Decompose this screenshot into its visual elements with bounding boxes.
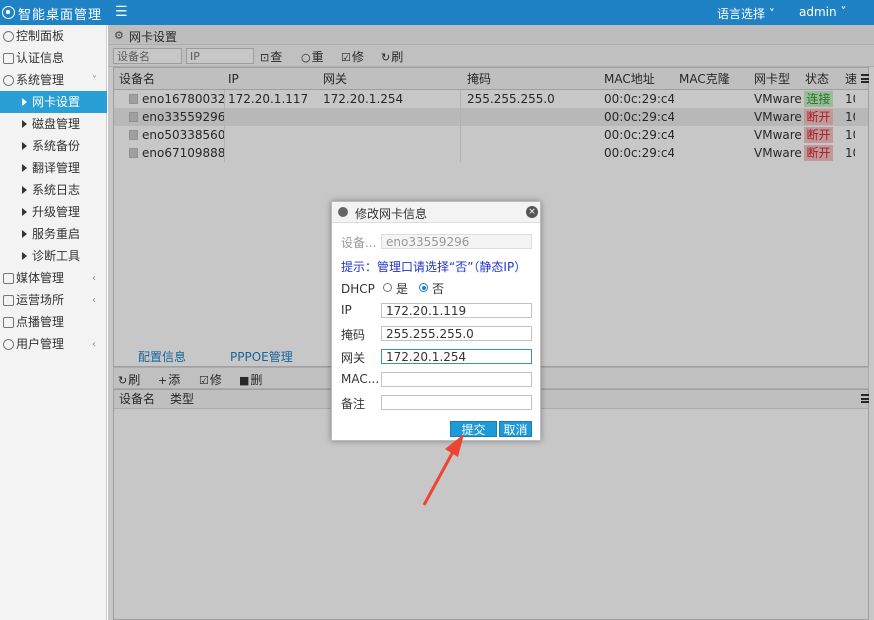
ip-field[interactable] (381, 303, 532, 318)
building-icon (3, 295, 14, 306)
caret-right-icon (22, 186, 27, 194)
gateway-field[interactable] (381, 349, 532, 364)
menu-toggle-icon[interactable]: ☰ (115, 5, 128, 19)
sidebar: 控制面板 认证信息 系统管理 ˅ 网卡设置 磁盘管理 系统备份 翻译管理 系统日… (0, 25, 107, 620)
sidebar-sub-nic-settings[interactable]: 网卡设置 (0, 91, 107, 113)
top-bar: 智能桌面管理 ☰ 语言选择 ˅ admin ˅ (0, 0, 874, 25)
close-icon[interactable]: × (526, 206, 538, 218)
user-menu[interactable]: admin ˅ (799, 5, 846, 19)
mask-label: 掩码 (341, 328, 366, 342)
sidebar-sub-restart[interactable]: 服务重启 (0, 223, 107, 245)
users-icon (3, 339, 14, 350)
submit-button[interactable]: 提交 (450, 421, 497, 437)
ip-label: IP (341, 303, 352, 317)
sidebar-sub-translate[interactable]: 翻译管理 (0, 157, 107, 179)
caret-right-icon (22, 98, 27, 106)
chevron-down-icon: ˅ (768, 7, 775, 21)
monitor-icon (3, 273, 14, 284)
language-select[interactable]: 语言选择 ˅ (717, 5, 775, 22)
caret-right-icon (22, 142, 27, 150)
dhcp-no-radio[interactable] (419, 283, 428, 292)
dashboard-icon (3, 31, 14, 42)
play-icon (3, 317, 14, 328)
dhcp-label: DHCP (341, 282, 375, 296)
sidebar-sub-diagnose[interactable]: 诊断工具 (0, 245, 107, 267)
caret-right-icon (22, 208, 27, 216)
sidebar-item-venue[interactable]: 运营场所 ‹ (0, 290, 107, 311)
sidebar-item-media[interactable]: 媒体管理 ‹ (0, 268, 107, 289)
id-card-icon (3, 53, 14, 64)
chevron-down-icon: ˅ (92, 75, 97, 86)
dialog-title: 修改网卡信息 (355, 207, 428, 221)
sidebar-item-dashboard[interactable]: 控制面板 (0, 26, 107, 47)
note-field[interactable] (381, 395, 532, 410)
edit-nic-dialog: 修改网卡信息 × 设备... 提示：管理口请选择“否”（静态IP） DHCP 是… (331, 201, 541, 441)
device-label: 设备... (341, 236, 377, 250)
sidebar-item-system[interactable]: 系统管理 ˅ (0, 70, 107, 91)
chevron-left-icon: ‹ (92, 295, 96, 306)
caret-right-icon (22, 120, 27, 128)
mac-field[interactable] (381, 372, 532, 387)
sidebar-item-users[interactable]: 用户管理 ‹ (0, 334, 107, 355)
device-field (381, 234, 532, 249)
cancel-button[interactable]: 取消 (499, 421, 532, 437)
mac-label: MAC... (341, 372, 380, 386)
user-icon (338, 207, 348, 217)
hint-text: 提示：管理口请选择“否”（静态IP） (341, 260, 527, 274)
chevron-down-icon: ˅ (840, 5, 847, 19)
note-label: 备注 (341, 397, 366, 411)
logo-icon (2, 6, 15, 19)
sidebar-sub-upgrade[interactable]: 升级管理 (0, 201, 107, 223)
dhcp-yes-radio[interactable] (383, 283, 392, 292)
dhcp-yes-label: 是 (396, 282, 409, 296)
sidebar-item-vod[interactable]: 点播管理 (0, 312, 107, 333)
sidebar-sub-disk[interactable]: 磁盘管理 (0, 113, 107, 135)
chevron-left-icon: ‹ (92, 273, 96, 284)
app-title: 智能桌面管理 (18, 8, 103, 23)
caret-right-icon (22, 230, 27, 238)
mask-field[interactable] (381, 326, 532, 341)
caret-right-icon (22, 252, 27, 260)
sidebar-item-auth[interactable]: 认证信息 (0, 48, 107, 69)
sidebar-sub-backup[interactable]: 系统备份 (0, 135, 107, 157)
dialog-header: 修改网卡信息 × (332, 202, 540, 223)
gateway-label: 网关 (341, 351, 366, 365)
gear-icon (3, 75, 14, 86)
chevron-left-icon: ‹ (92, 339, 96, 350)
sidebar-sub-logs[interactable]: 系统日志 (0, 179, 107, 201)
dhcp-no-label: 否 (432, 282, 445, 296)
caret-right-icon (22, 164, 27, 172)
